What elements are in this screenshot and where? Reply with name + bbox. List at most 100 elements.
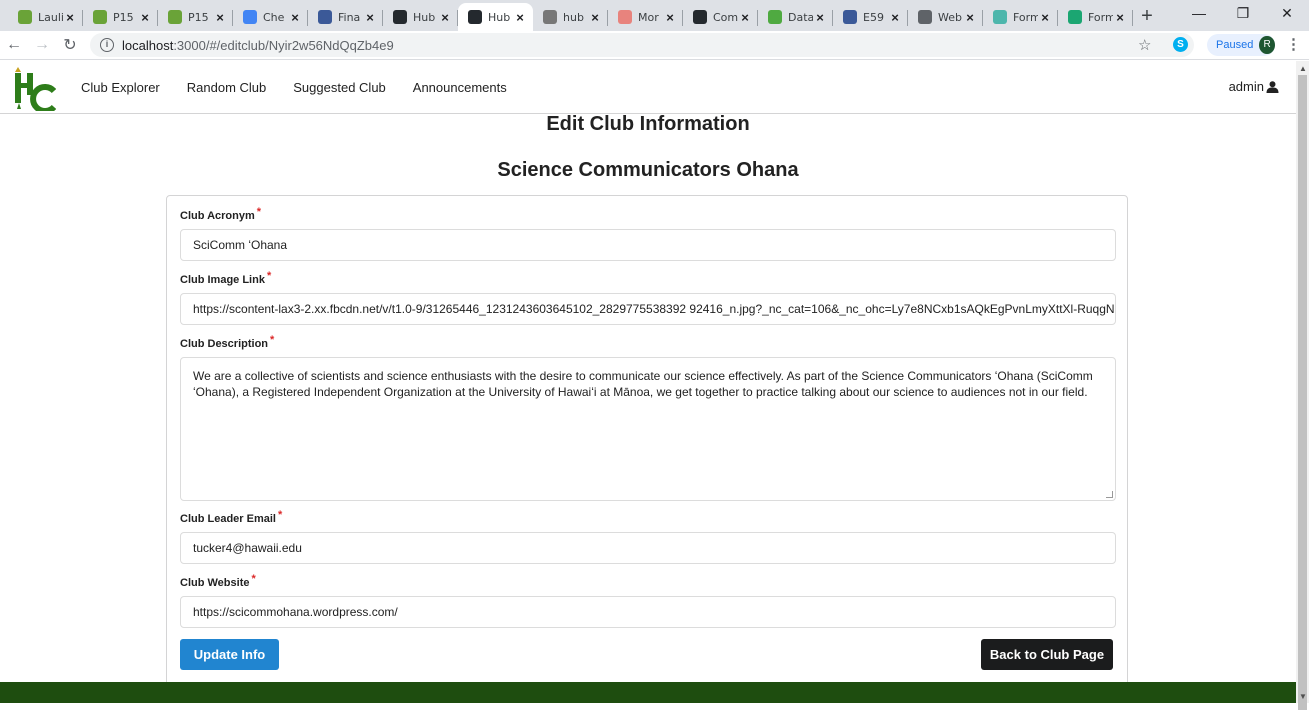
- user-name: admin: [1228, 79, 1264, 94]
- tab-title: P15: [113, 10, 134, 24]
- required-marker: *: [256, 206, 262, 218]
- forward-arrow-icon[interactable]: →: [28, 36, 56, 54]
- sheet-icon: [1068, 10, 1082, 24]
- browser-tab[interactable]: Web ×: [908, 3, 983, 31]
- image-link-input[interactable]: https://scontent-lax3-2.xx.fbcdn.net/v/t…: [180, 293, 1116, 325]
- restore-icon[interactable]: ❐: [1221, 0, 1265, 26]
- browser-tab[interactable]: Che ×: [233, 3, 308, 31]
- close-tab-icon[interactable]: ×: [63, 10, 77, 25]
- browser-toolbar: ← → ↻ i localhost:3000/#/editclub/Nyir2w…: [0, 31, 1309, 60]
- close-tab-icon[interactable]: ×: [963, 10, 977, 25]
- browser-tab[interactable]: Fina ×: [308, 3, 383, 31]
- tab-title: Lauli: [38, 10, 63, 24]
- nav-announcements[interactable]: Announcements: [413, 80, 507, 95]
- user-icon: [1266, 80, 1279, 93]
- close-tab-icon[interactable]: ×: [288, 10, 302, 25]
- nav-random-club[interactable]: Random Club: [187, 80, 267, 95]
- close-tab-icon[interactable]: ×: [138, 10, 152, 25]
- close-tab-icon[interactable]: ×: [663, 10, 677, 25]
- close-tab-icon[interactable]: ×: [888, 10, 902, 25]
- required-marker: *: [277, 509, 283, 521]
- new-tab-button[interactable]: +: [1133, 3, 1161, 31]
- website-label: Club Website *: [180, 573, 256, 589]
- tab-title: Che: [263, 10, 285, 24]
- nav-suggested-club[interactable]: Suggested Club: [293, 80, 386, 95]
- leaf-icon: [168, 10, 182, 24]
- acronym-input[interactable]: SciComm ʻOhana: [180, 229, 1116, 261]
- more-menu-icon[interactable]: ⋮: [1286, 35, 1301, 53]
- browser-tab[interactable]: Hub ×: [458, 3, 533, 31]
- address-bar[interactable]: i localhost:3000/#/editclub/Nyir2w56NdQq…: [90, 33, 1194, 57]
- close-tab-icon[interactable]: ×: [813, 10, 827, 25]
- url-path: :3000/#/editclub/Nyir2w56NdQqZb4e9: [173, 37, 394, 53]
- minimize-icon[interactable]: —: [1177, 0, 1221, 26]
- skype-extension-icon[interactable]: S: [1173, 37, 1188, 52]
- page-icon: [618, 10, 632, 24]
- profile-button[interactable]: Paused R: [1207, 34, 1275, 56]
- close-tab-icon[interactable]: ×: [738, 10, 752, 25]
- close-tab-icon[interactable]: ×: [588, 10, 602, 25]
- scroll-up-icon[interactable]: ▲: [1299, 64, 1307, 73]
- tab-list: Lauli × P15 × P15 × Che × Fina × Hub × Hub × hub × Mor × C…: [0, 3, 1133, 31]
- browser-tab[interactable]: P15 ×: [83, 3, 158, 31]
- leaf-icon: [18, 10, 32, 24]
- leader-email-label: Club Leader Email *: [180, 509, 283, 525]
- browser-tab[interactable]: Hub ×: [383, 3, 458, 31]
- tab-title: Form: [1013, 10, 1038, 24]
- page-footer: [0, 682, 1296, 703]
- leader-email-input[interactable]: tucker4@hawaii.edu: [180, 532, 1116, 564]
- user-menu[interactable]: admin: [1229, 79, 1279, 94]
- update-info-button[interactable]: Update Info: [180, 639, 279, 670]
- page-icon: [843, 10, 857, 24]
- window-controls: — ❐ ✕: [1177, 0, 1309, 26]
- url-host: localhost: [122, 37, 174, 53]
- page-scrollbar[interactable]: ▲ ▼: [1296, 61, 1309, 710]
- browser-tab[interactable]: Mor ×: [608, 3, 683, 31]
- browser-tab[interactable]: P15 ×: [158, 3, 233, 31]
- close-tab-icon[interactable]: ×: [363, 10, 377, 25]
- close-tab-icon[interactable]: ×: [1038, 10, 1052, 25]
- hub-icon: [393, 10, 407, 24]
- close-window-icon[interactable]: ✕: [1265, 0, 1309, 26]
- browser-tab[interactable]: Lauli ×: [8, 3, 83, 31]
- tab-title: Fina: [338, 10, 361, 24]
- back-to-club-page-button[interactable]: Back to Club Page: [981, 639, 1113, 670]
- tab-title: Hub: [488, 10, 511, 24]
- scroll-thumb[interactable]: [1298, 75, 1307, 710]
- docs-icon: [243, 10, 257, 24]
- page-icon: [318, 10, 332, 24]
- tab-title: E59: [863, 10, 884, 24]
- close-tab-icon[interactable]: ×: [438, 10, 452, 25]
- tab-title: Hub: [413, 10, 436, 24]
- tab-title: Form: [1088, 10, 1113, 24]
- close-tab-icon[interactable]: ×: [513, 10, 527, 25]
- info-icon[interactable]: i: [100, 38, 114, 52]
- website-input[interactable]: https://scicommohana.wordpress.com/: [180, 596, 1116, 628]
- browser-tab[interactable]: Form ×: [983, 3, 1058, 31]
- tab-title: Web: [938, 10, 962, 24]
- description-label: Club Description *: [180, 334, 275, 350]
- feather-icon: [543, 10, 557, 24]
- form-icon: [993, 10, 1007, 24]
- browser-tab[interactable]: Data ×: [758, 3, 833, 31]
- tab-title: Mor: [638, 10, 659, 24]
- leaf-icon: [93, 10, 107, 24]
- back-arrow-icon[interactable]: ←: [0, 36, 28, 54]
- resize-handle[interactable]: [1106, 491, 1113, 498]
- close-tab-icon[interactable]: ×: [213, 10, 227, 25]
- browser-tab[interactable]: E59 ×: [833, 3, 908, 31]
- description-textarea[interactable]: We are a collective of scientists and sc…: [180, 357, 1116, 501]
- browser-tab[interactable]: Com ×: [683, 3, 758, 31]
- close-tab-icon[interactable]: ×: [1113, 10, 1127, 25]
- nav-club-explorer[interactable]: Club Explorer: [81, 80, 160, 95]
- hub-icon: [468, 10, 482, 24]
- description-text: We are a collective of scientists and sc…: [193, 369, 1093, 399]
- scroll-down-icon[interactable]: ▼: [1299, 692, 1307, 701]
- github-icon: [693, 10, 707, 24]
- hc-logo[interactable]: [12, 65, 56, 111]
- browser-tab[interactable]: hub ×: [533, 3, 608, 31]
- browser-tab[interactable]: Form ×: [1058, 3, 1133, 31]
- main-menu: Club Explorer Random Club Suggested Club…: [81, 61, 534, 114]
- bookmark-star-icon[interactable]: ☆: [1138, 36, 1151, 54]
- reload-icon[interactable]: ↻: [56, 35, 84, 55]
